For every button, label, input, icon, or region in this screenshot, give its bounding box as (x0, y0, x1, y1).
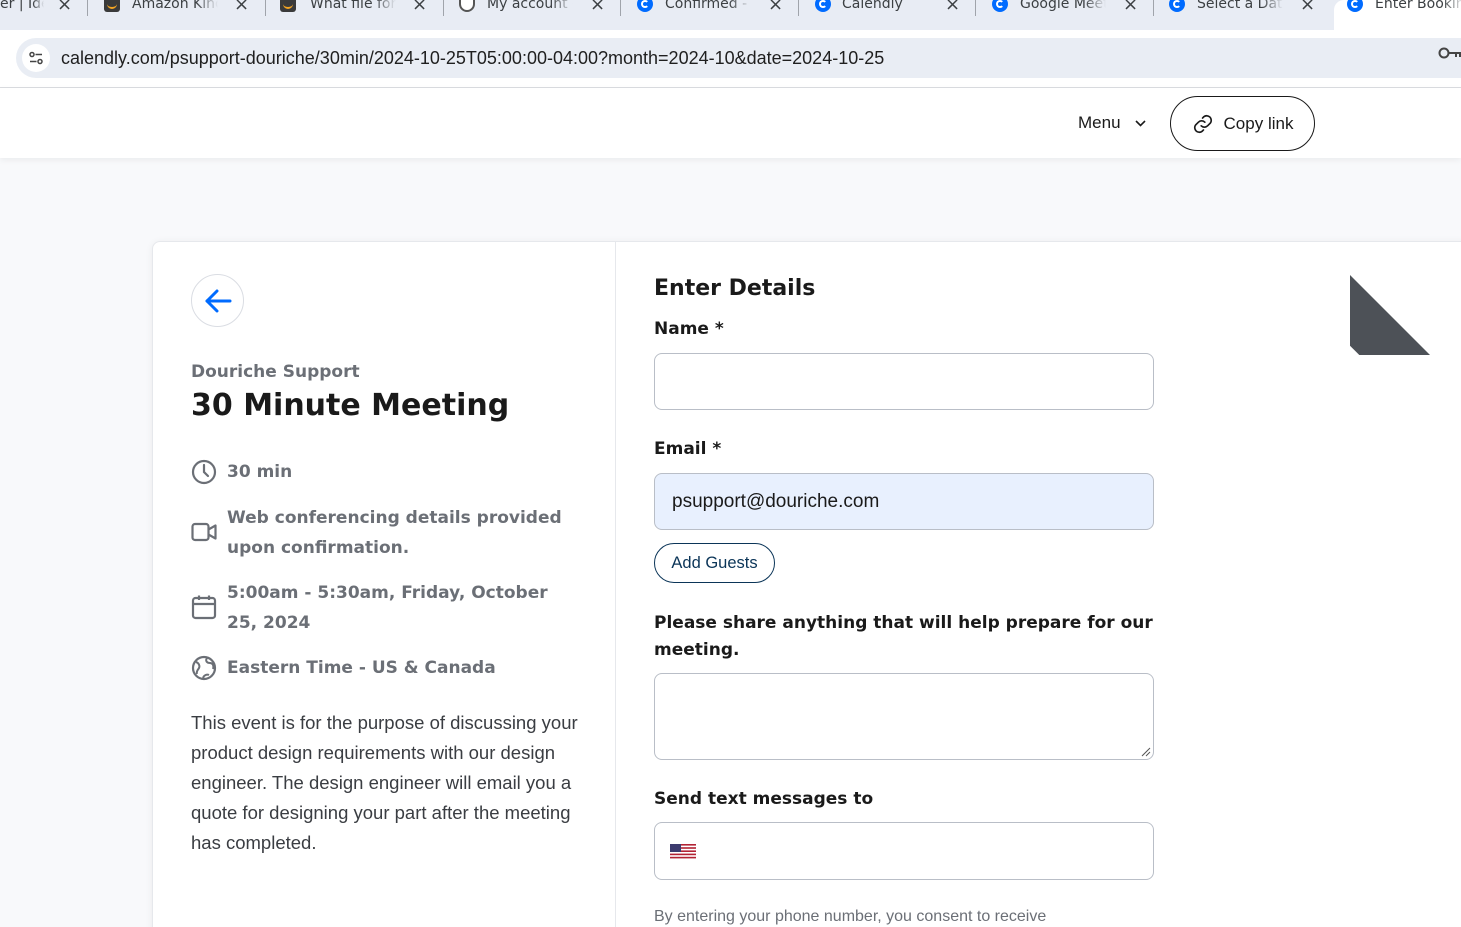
resize-grip-icon[interactable] (1141, 747, 1151, 757)
calendly-icon (1169, 0, 1185, 12)
form-title: Enter Details (654, 276, 816, 301)
booking-card: Douriche Support 30 Minute Meeting 30 mi… (152, 241, 1461, 927)
tab-title: My account - (487, 0, 573, 12)
browser-tab[interactable]: Amazon Kindle × (88, 0, 266, 30)
clock-icon (191, 459, 217, 485)
phone-input[interactable] (709, 831, 1139, 871)
close-icon[interactable]: × (768, 0, 783, 15)
close-icon[interactable]: × (1123, 0, 1138, 15)
menu-button[interactable]: Menu (1078, 113, 1146, 133)
browser-tab[interactable]: er | Ide × (0, 0, 88, 30)
browser-tab[interactable]: Confirmed - C × (621, 0, 799, 30)
calendar-icon (191, 594, 217, 620)
event-description: This event is for the purpose of discuss… (191, 712, 578, 853)
tab-title: Google Meet (1020, 0, 1106, 12)
site-info-icon[interactable] (22, 44, 50, 72)
tab-title: Calendly (842, 0, 903, 12)
browser-tab[interactable]: What file form × (266, 0, 444, 30)
us-flag-icon[interactable] (670, 844, 696, 859)
close-icon[interactable]: × (412, 0, 427, 15)
close-icon[interactable]: × (590, 0, 605, 15)
event-title: 30 Minute Meeting (191, 388, 510, 423)
name-input[interactable] (654, 353, 1154, 410)
datetime-row: 5:00am - 5:30am, Friday, October 25, 202… (191, 578, 581, 638)
conferencing-row: Web conferencing details provided upon c… (191, 503, 571, 563)
consent-text: By entering your phone number, you conse… (654, 908, 1047, 925)
datetime-text: 5:00am - 5:30am, Friday, October 25, 202… (227, 583, 548, 633)
close-icon[interactable]: × (57, 0, 72, 15)
close-icon[interactable]: × (1300, 0, 1315, 15)
add-guests-button[interactable]: Add Guests (654, 543, 775, 583)
email-input[interactable] (654, 473, 1154, 530)
amazon-icon (280, 0, 296, 12)
tab-title: Amazon Kindle (132, 0, 218, 12)
tab-title: Select a Date (1197, 0, 1283, 12)
tab-title: er | Ide (0, 0, 44, 12)
name-label: Name * (654, 319, 724, 339)
calendly-icon (815, 0, 831, 12)
tab-title: Confirmed - C (665, 0, 751, 12)
calendly-icon (637, 0, 653, 12)
browser-tab[interactable]: Calendly × (799, 0, 976, 30)
share-notes-label: Please share anything that will help pre… (654, 613, 1153, 660)
details-form-pane: Enter Details Name * Email * Add Guests … (616, 242, 1461, 927)
timezone-text: Eastern Time - US & Canada (227, 658, 496, 678)
menu-label: Menu (1078, 113, 1121, 132)
back-button[interactable] (191, 274, 244, 327)
key-icon[interactable] (1438, 46, 1461, 60)
browser-tab[interactable]: My account - × (444, 0, 621, 30)
url-text[interactable]: calendly.com/psupport-douriche/30min/202… (61, 48, 884, 69)
event-details-pane: Douriche Support 30 Minute Meeting 30 mi… (153, 242, 616, 927)
globe-icon (191, 655, 217, 681)
video-camera-icon (191, 519, 217, 545)
conferencing-text: Web conferencing details provided upon c… (227, 508, 562, 558)
email-label: Email * (654, 439, 722, 459)
copy-link-label: Copy link (1223, 113, 1294, 133)
browser-tab-active[interactable]: Enter Booking (1334, 0, 1461, 30)
browser-tab[interactable]: Select a Date × (1154, 0, 1334, 30)
duration-row: 30 min (191, 457, 292, 487)
shield-icon (459, 0, 475, 12)
link-icon (1193, 114, 1212, 133)
browser-tab-bar: er | Ide × Amazon Kindle × What file for… (0, 0, 1461, 30)
host-name: Douriche Support (191, 362, 360, 382)
calendly-icon (992, 0, 1008, 12)
browser-toolbar: calendly.com/psupport-douriche/30min/202… (0, 30, 1461, 88)
close-icon[interactable]: × (234, 0, 249, 15)
timezone-row: Eastern Time - US & Canada (191, 653, 496, 683)
tab-title: What file form (310, 0, 396, 12)
chevron-down-icon (1134, 119, 1146, 127)
app-header: Menu Copy link (0, 88, 1461, 158)
address-bar[interactable]: calendly.com/psupport-douriche/30min/202… (16, 38, 1461, 78)
phone-field[interactable] (654, 822, 1154, 880)
copy-link-button[interactable]: Copy link (1170, 96, 1315, 151)
browser-tab[interactable]: Google Meet × (976, 0, 1154, 30)
share-notes-textarea[interactable] (654, 673, 1154, 760)
tab-title: Enter Booking (1375, 0, 1461, 12)
amazon-icon (104, 0, 120, 12)
sms-label: Send text messages to (654, 789, 874, 809)
calendly-icon (1347, 0, 1363, 12)
close-icon[interactable]: × (945, 0, 960, 15)
arrow-left-icon (205, 289, 231, 312)
duration-text: 30 min (227, 462, 293, 482)
